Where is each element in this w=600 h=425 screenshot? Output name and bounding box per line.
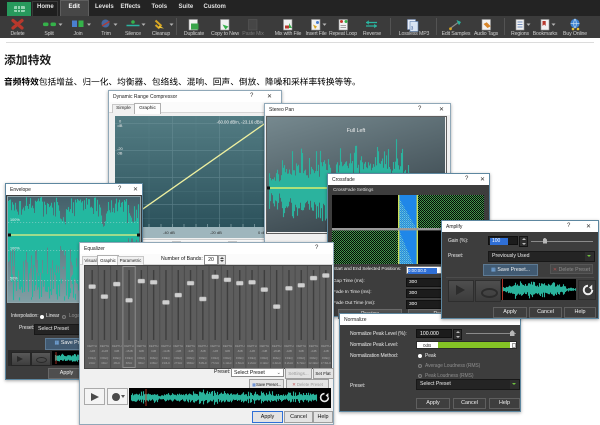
svg-text:1.1kHz: 1.1kHz [223,361,232,365]
svg-text:FREQ: FREQ [88,356,97,360]
svg-text:FREQ: FREQ [285,356,294,360]
svg-text:FREQ: FREQ [125,356,134,360]
svg-text:FREQ: FREQ [174,356,183,360]
svg-text:DEPTH: DEPTH [149,344,158,348]
svg-text:1.5kHz: 1.5kHz [235,361,244,365]
svg-text:FREQ: FREQ [211,356,220,360]
svg-text:772Hz: 772Hz [211,361,220,365]
svg-text:136Hz: 136Hz [150,361,159,365]
svg-text:FREQ: FREQ [113,356,122,360]
svg-text:FREQ: FREQ [236,356,245,360]
svg-text:DEPTH: DEPTH [235,344,244,348]
svg-text:FREQ: FREQ [260,356,269,360]
svg-text:DEPTH: DEPTH [284,344,293,348]
svg-text:-26dB: -26dB [273,349,281,353]
svg-text:193Hz: 193Hz [162,361,171,365]
svg-text:12.4kHz: 12.4kHz [308,361,319,365]
svg-text:FREQ: FREQ [101,356,110,360]
svg-text:96Hz: 96Hz [138,361,145,365]
svg-text:DEPTH: DEPTH [161,344,170,348]
svg-text:DEPTH: DEPTH [260,344,269,348]
svg-text:DEPTH: DEPTH [174,344,183,348]
svg-text:DEPTH: DEPTH [321,344,330,348]
svg-text:-15dB: -15dB [125,349,133,353]
svg-text:-3dB: -3dB [261,349,267,353]
svg-text:DEPTH: DEPTH [124,344,133,348]
svg-text:-1dB: -1dB [323,349,329,353]
svg-text:DEPTH: DEPTH [272,344,281,348]
svg-text:FREQ: FREQ [162,356,171,360]
svg-text:68Hz: 68Hz [126,361,133,365]
svg-text:Full Left: Full Left [347,128,366,134]
svg-text:FREQ: FREQ [224,356,233,360]
svg-text:dB: dB [118,123,123,128]
svg-text:8.7kHz: 8.7kHz [297,361,306,365]
svg-text:386Hz: 386Hz [187,361,196,365]
svg-text:DEPTH: DEPTH [137,344,146,348]
svg-text:FREQ: FREQ [273,356,282,360]
svg-text:FREQ: FREQ [199,356,208,360]
svg-text:0dB: 0dB [139,349,144,353]
svg-text:-3dB: -3dB [188,349,194,353]
svg-text:FREQ: FREQ [150,356,159,360]
svg-text:546Hz: 546Hz [199,361,208,365]
svg-text:-2dB: -2dB [175,349,181,353]
svg-text:DEPTH: DEPTH [210,344,219,348]
svg-text:FREQ: FREQ [248,356,257,360]
svg-text:FREQ: FREQ [297,356,306,360]
svg-text:-5dB: -5dB [200,349,206,353]
svg-text:100%: 100% [10,247,20,251]
svg-text:-4dB: -4dB [286,349,292,353]
svg-text:DEPTH: DEPTH [223,344,232,348]
svg-text:DEPTH: DEPTH [309,344,318,348]
svg-text:34Hz: 34Hz [101,361,108,365]
svg-text:48Hz: 48Hz [113,361,120,365]
svg-text:DEPTH: DEPTH [297,344,306,348]
svg-text:2.2kHz: 2.2kHz [248,361,257,365]
svg-text:-8dB: -8dB [237,349,243,353]
svg-text:-11dB: -11dB [101,349,108,353]
svg-text:FREQ: FREQ [310,356,319,360]
svg-text:FREQ: FREQ [322,356,331,360]
svg-text:0dB: 0dB [225,349,230,353]
svg-text:17.5kHz: 17.5kHz [321,361,331,365]
svg-text:0dB: 0dB [151,349,156,353]
svg-text:0dB: 0dB [299,349,304,353]
svg-text:50%: 50% [10,277,18,281]
svg-text:DEPTH: DEPTH [247,344,256,348]
svg-text:-60.00 dBin, -23.16 dBin: -60.00 dBin, -23.16 dBin [217,120,264,125]
svg-text:-2dB: -2dB [311,349,317,353]
svg-text:6.2kHz: 6.2kHz [285,361,294,365]
svg-text:dB: dB [118,151,123,156]
svg-text:24Hz: 24Hz [89,361,96,365]
svg-text:-1dB: -1dB [89,349,95,353]
svg-text:273Hz: 273Hz [174,361,183,365]
svg-text:100%: 100% [10,218,20,222]
svg-text:DEPTH: DEPTH [112,344,121,348]
svg-text:-1dB: -1dB [249,349,255,353]
svg-text:DEPTH: DEPTH [87,344,96,348]
svg-text:-11dB: -11dB [162,349,169,353]
svg-text:3.1kHz: 3.1kHz [260,361,269,365]
svg-text:FREQ: FREQ [187,356,196,360]
svg-text:4.4kHz: 4.4kHz [272,361,281,365]
svg-text:0dB: 0dB [114,349,119,353]
svg-text:DEPTH: DEPTH [186,344,195,348]
svg-text:DEPTH: DEPTH [100,344,109,348]
svg-text:-1dB: -1dB [212,349,218,353]
svg-text:FREQ: FREQ [137,356,146,360]
svg-text:DEPTH: DEPTH [198,344,207,348]
